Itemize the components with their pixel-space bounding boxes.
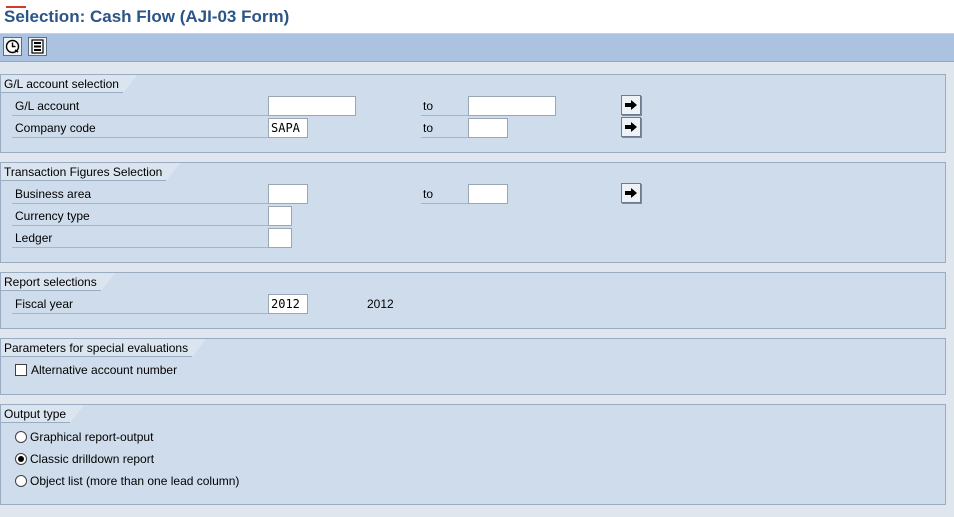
business-area-from-input[interactable] [268,184,308,204]
classic-drilldown-radio[interactable] [15,453,27,465]
panel-header: Parameters for special evaluations [1,339,207,357]
arrow-right-icon [625,122,637,132]
alternative-account-checkbox[interactable] [15,364,27,376]
special-evaluations-panel: Parameters for special evaluations Alter… [0,338,946,395]
ledger-label: Ledger [12,228,268,248]
application-toolbar [0,34,954,62]
gl-account-label: G/L account [12,96,268,116]
currency-type-label: Currency type [12,206,268,226]
panel-header: Transaction Figures Selection [1,163,181,181]
panel-header-text: Parameters for special evaluations [1,339,193,357]
business-area-label: Business area [12,184,268,204]
page-title: Selection: Cash Flow (AJI-03 Form) [4,7,290,26]
business-area-multiple-selection-button[interactable] [621,183,641,203]
panel-header: G/L account selection [1,75,137,93]
object-list-label: Object list (more than one lead column) [30,474,240,488]
company-code-label: Company code [12,118,268,138]
ledger-input[interactable] [268,228,292,248]
graphical-report-label: Graphical report-output [30,430,154,444]
company-code-to-label: to [421,118,469,138]
fiscal-year-input[interactable] [268,294,308,314]
business-area-to-label: to [421,184,469,204]
arrow-right-icon [625,100,637,110]
panel-header-text: Report selections [1,273,101,291]
panel-header: Report selections [1,273,115,291]
classic-drilldown-label: Classic drilldown report [30,452,155,466]
gl-account-from-input[interactable] [268,96,356,116]
selection-list-icon [31,39,44,54]
company-code-multiple-selection-button[interactable] [621,117,641,137]
company-code-to-input[interactable] [468,118,508,138]
alternative-account-label: Alternative account number [31,363,178,377]
transaction-figures-panel: Transaction Figures Selection Business a… [0,162,946,263]
gl-account-to-label: to [421,96,469,116]
execute-clock-icon [5,39,20,54]
gl-account-to-input[interactable] [468,96,556,116]
panel-header-text: Transaction Figures Selection [1,163,167,181]
gl-account-selection-panel: G/L account selection G/L account to Com… [0,74,946,153]
company-code-from-input[interactable] [268,118,308,138]
title-bar: Selection: Cash Flow (AJI-03 Form) [0,0,954,34]
panel-header-text: Output type [1,405,71,423]
selection-options-button[interactable] [28,37,47,56]
execute-button[interactable] [3,37,22,56]
currency-type-input[interactable] [268,206,292,226]
panel-header-text: G/L account selection [1,75,123,93]
object-list-radio[interactable] [15,475,27,487]
gl-account-multiple-selection-button[interactable] [621,95,641,115]
fiscal-year-label: Fiscal year [12,294,268,314]
report-selections-panel: Report selections Fiscal year 2012 [0,272,946,329]
business-area-to-input[interactable] [468,184,508,204]
graphical-report-radio[interactable] [15,431,27,443]
output-type-panel: Output type Graphical report-output Clas… [0,404,946,505]
arrow-right-icon [625,188,637,198]
panel-header: Output type [1,405,85,423]
fiscal-year-display: 2012 [367,297,394,311]
